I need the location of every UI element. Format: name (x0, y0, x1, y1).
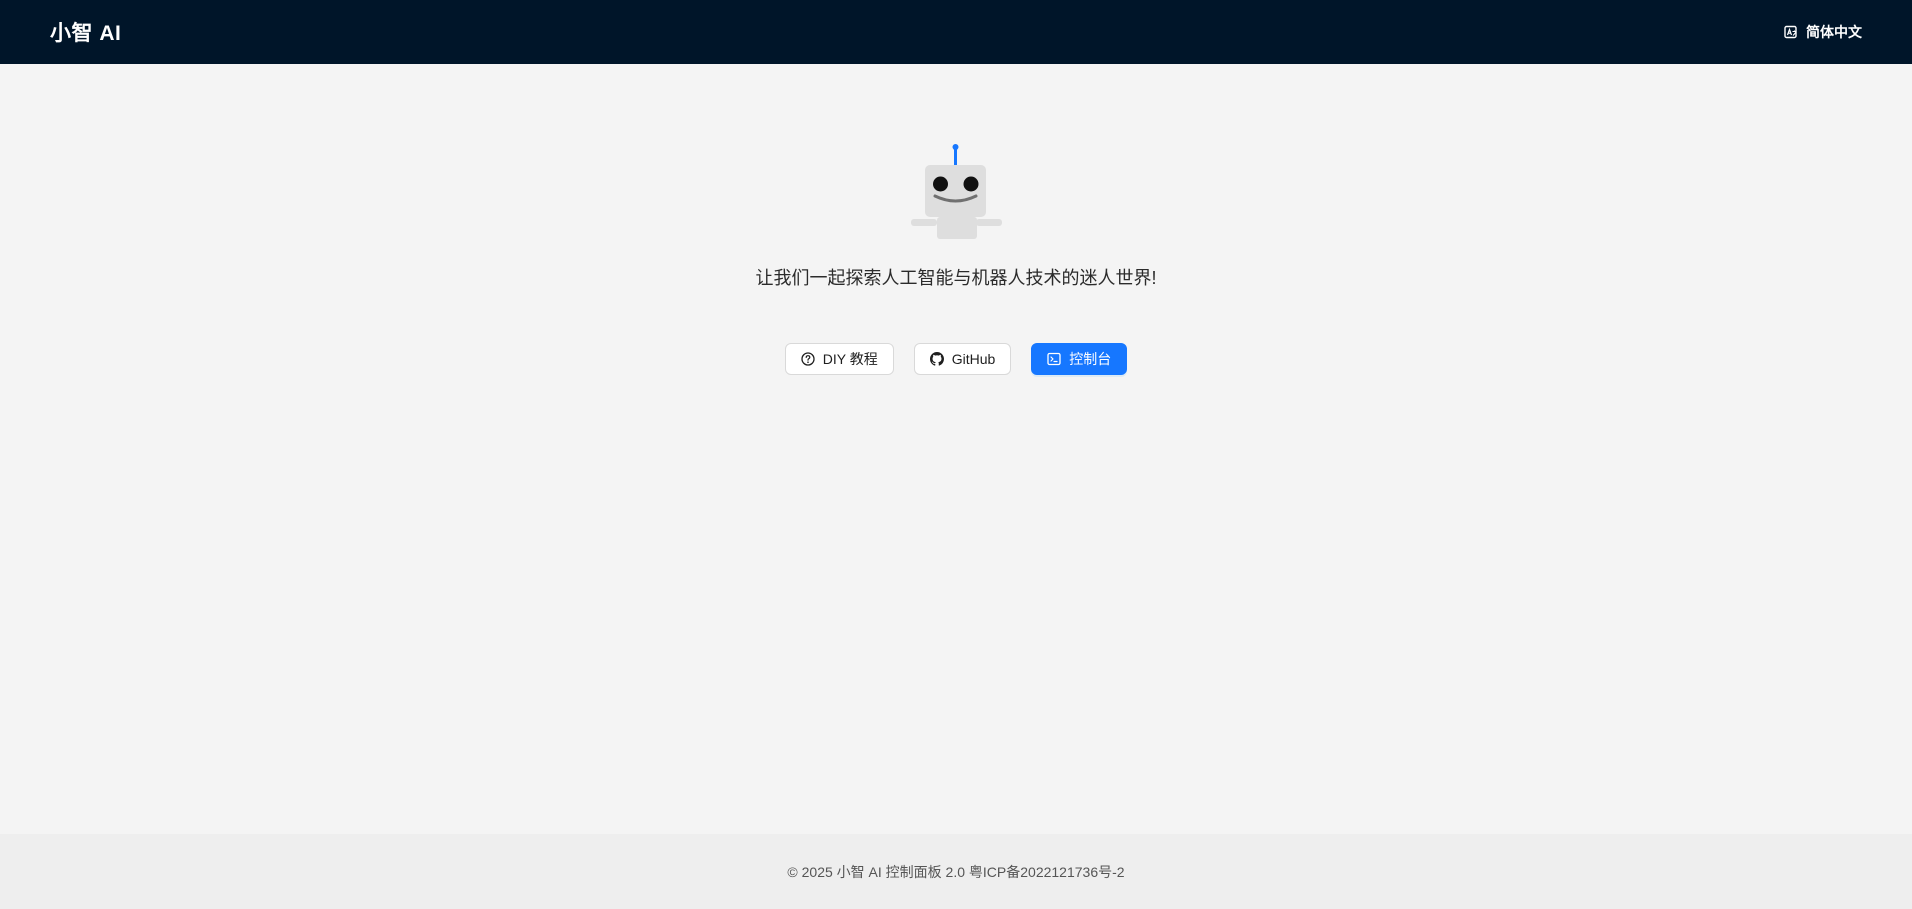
github-label: GitHub (951, 351, 996, 367)
translate-icon (1784, 25, 1798, 39)
action-buttons: DIY 教程 GitHub 控制台 (0, 343, 1912, 375)
console-icon (1047, 352, 1061, 366)
console-button[interactable]: 控制台 (1031, 343, 1128, 375)
page-footer: © 2025 小智 AI 控制面板 2.0 粤ICP备2022121736号-2 (0, 834, 1912, 909)
console-label: 控制台 (1069, 351, 1112, 367)
app-brand[interactable]: 小智 AI (50, 17, 121, 47)
main-content: 让我们一起探索人工智能与机器人技术的迷人世界! DIY 教程 GitHub 控制… (0, 64, 1912, 834)
github-icon (929, 352, 944, 366)
github-button[interactable]: GitHub (913, 343, 1012, 375)
diy-tutorial-label: DIY 教程 (822, 351, 878, 367)
language-switcher[interactable]: 简体中文 (1784, 22, 1862, 42)
diy-tutorial-button[interactable]: DIY 教程 (784, 343, 894, 375)
robot-icon (908, 136, 1004, 245)
slogan-text: 让我们一起探索人工智能与机器人技术的迷人世界! (755, 268, 1157, 288)
question-circle-icon (801, 352, 815, 366)
copyright-text: © 2025 小智 AI 控制面板 2.0 粤ICP备2022121736号-2 (787, 863, 1125, 880)
language-label: 简体中文 (1806, 24, 1862, 40)
top-header: 小智 AI 简体中文 (0, 0, 1912, 64)
